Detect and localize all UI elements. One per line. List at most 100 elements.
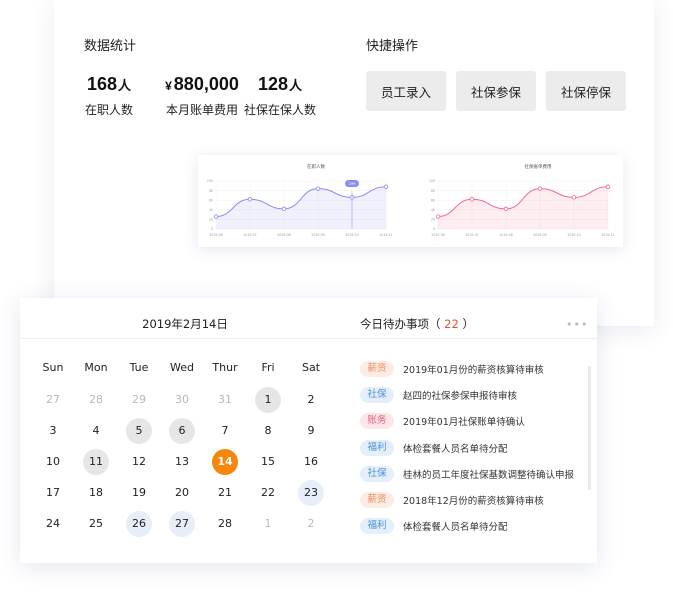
calendar-day[interactable]: 18 (83, 480, 109, 506)
chart-point (571, 195, 577, 200)
chart-y-tick: 0 (433, 227, 435, 231)
calendar-day[interactable]: 20 (169, 480, 195, 506)
stat-insured-unit: 人 (289, 78, 303, 93)
chart-point (469, 197, 475, 202)
calendar-day[interactable]: 2 (298, 387, 324, 413)
chart-point (383, 184, 389, 189)
weekday-label: Mon (84, 361, 108, 374)
stat-employees: 168人 在职人数 (76, 74, 142, 118)
chart-y-tick: 60 (431, 198, 435, 202)
insurance-enroll-button[interactable]: 社保参保 (456, 71, 536, 111)
todo-title-text: 今日待办事项 (360, 317, 429, 331)
calendar-day-today[interactable]: 14 (212, 449, 238, 475)
calendar-day[interactable]: 5 (126, 418, 152, 444)
chart-x-tick: 2019-10 (567, 233, 580, 237)
calendar-day[interactable]: 27 (169, 511, 195, 537)
calendar-day[interactable]: 8 (255, 418, 281, 444)
weekday-label: Sun (42, 361, 64, 374)
charts-svg: 在职人数0204060801002019-06 2019-07 2019-08 201… (207, 163, 615, 237)
todo-scrollbar[interactable] (588, 366, 591, 490)
calendar-date-title: 2019年2月14日 (142, 317, 228, 331)
stat-employees-label: 在职人数 (84, 103, 133, 117)
calendar-day[interactable]: 19 (126, 480, 152, 506)
todo-text: 赵四的社保参保申报待审核 (403, 391, 518, 402)
chart-tooltip-label: 299 (349, 182, 356, 186)
chart-x-tick: 2019-11 (379, 233, 392, 237)
calendar-day[interactable]: 21 (212, 480, 238, 506)
insurance-stop-button[interactable]: 社保停保 (546, 71, 626, 111)
calendar-day[interactable]: 28 (83, 387, 109, 413)
todo-tag: 福利 (360, 440, 394, 456)
calendar-day[interactable]: 9 (298, 418, 324, 444)
header-divider (20, 338, 597, 339)
chart-area (216, 186, 386, 229)
calendar-day[interactable]: 1 (255, 387, 281, 413)
chart-point (503, 206, 509, 212)
calendar-day[interactable]: 23 (298, 480, 324, 506)
chart-y-tick: 0 (211, 227, 213, 231)
weekday-label: Tue (129, 361, 149, 374)
chart-x-tick: 2019-07 (465, 233, 478, 237)
todo-tag: 薪资 (360, 492, 394, 508)
calendar-day[interactable]: 15 (255, 449, 281, 475)
todo-text: 2019年01月社保账单待确认 (403, 417, 525, 428)
todo-tag: 社保 (360, 387, 394, 403)
chart-y-tick: 40 (209, 208, 213, 212)
calendar-day[interactable]: 3 (40, 418, 66, 444)
chart-title: 社保账单费用 (525, 163, 552, 170)
calendar-day[interactable]: 28 (212, 511, 238, 537)
calendar-day[interactable]: 12 (126, 449, 152, 475)
calendar-day[interactable]: 4 (83, 418, 109, 444)
todo-count: 22 (444, 317, 459, 331)
chart-y-tick: 80 (209, 189, 213, 193)
calendar-day[interactable]: 17 (40, 480, 66, 506)
calendar-day[interactable]: 29 (126, 387, 152, 413)
calendar-day[interactable]: 13 (169, 449, 195, 475)
chart-y-tick: 100 (429, 179, 435, 183)
calendar-day[interactable]: 7 (212, 418, 238, 444)
chart-point (315, 186, 321, 191)
calendar-day[interactable]: 26 (126, 511, 152, 537)
stat-employees-value: 168 (86, 74, 118, 94)
stats-title: 数据统计 (84, 39, 137, 54)
chart-point (213, 214, 219, 219)
weekday-label: Thur (212, 361, 238, 374)
more-dots-icon[interactable]: ••• (566, 318, 588, 331)
calendar-day[interactable]: 27 (40, 387, 66, 413)
todo-item[interactable]: 薪资 2019年01月份的薪资核算待审核 (360, 361, 544, 377)
chart-y-tick: 100 (207, 179, 213, 183)
calendar-day[interactable]: 16 (298, 449, 324, 475)
weekday-label: Wed (170, 361, 194, 374)
calendar-day[interactable]: 11 (83, 449, 109, 475)
chart-x-tick: 2019-09 (533, 233, 546, 237)
chart-x-tick: 2019-07 (243, 233, 256, 237)
todo-item[interactable]: 账务 2019年01月社保账单待确认 (360, 413, 525, 429)
calendar-day[interactable]: 6 (169, 418, 195, 444)
todo-item[interactable]: 社保 桂林的员工年度社保基数调整待确认申报 (360, 466, 574, 482)
calendar-day[interactable]: 10 (40, 449, 66, 475)
todo-item[interactable]: 福利 体检套餐人员名单待分配 (360, 440, 508, 456)
calendar-day[interactable]: 25 (83, 511, 109, 537)
quick-actions-title: 快捷操作 (366, 39, 419, 54)
todo-item[interactable]: 福利 体检套餐人员名单待分配 (360, 518, 508, 534)
todo-item[interactable]: 社保 赵四的社保参保申报待审核 (360, 387, 517, 403)
calendar-day[interactable]: 31 (212, 387, 238, 413)
stat-insured: 128人 社保在保人数 (240, 74, 320, 118)
stat-insured-label: 社保在保人数 (243, 103, 316, 117)
chart-title: 在职人数 (307, 163, 325, 170)
calendar-day[interactable]: 24 (40, 511, 66, 537)
chart-x-tick: 2019-08 (277, 233, 290, 237)
todo-text: 2018年12月份的薪资核算待审核 (403, 496, 544, 507)
employee-entry-button[interactable]: 员工录入 (366, 71, 446, 111)
stat-bill-currency: ¥ (165, 79, 172, 93)
todo-item[interactable]: 薪资 2018年12月份的薪资核算待审核 (360, 492, 544, 508)
todo-text: 体检套餐人员名单待分配 (403, 522, 508, 533)
stat-insured-value: 128 (257, 74, 289, 94)
calendar-day[interactable]: 2 (298, 511, 324, 537)
calendar-day[interactable]: 1 (255, 511, 281, 537)
stat-bill-value: 880,000 (173, 74, 239, 94)
calendar-day[interactable]: 30 (169, 387, 195, 413)
calendar-day[interactable]: 22 (255, 480, 281, 506)
weekday-label: Fri (261, 361, 275, 374)
chart-y-tick: 40 (431, 208, 435, 212)
